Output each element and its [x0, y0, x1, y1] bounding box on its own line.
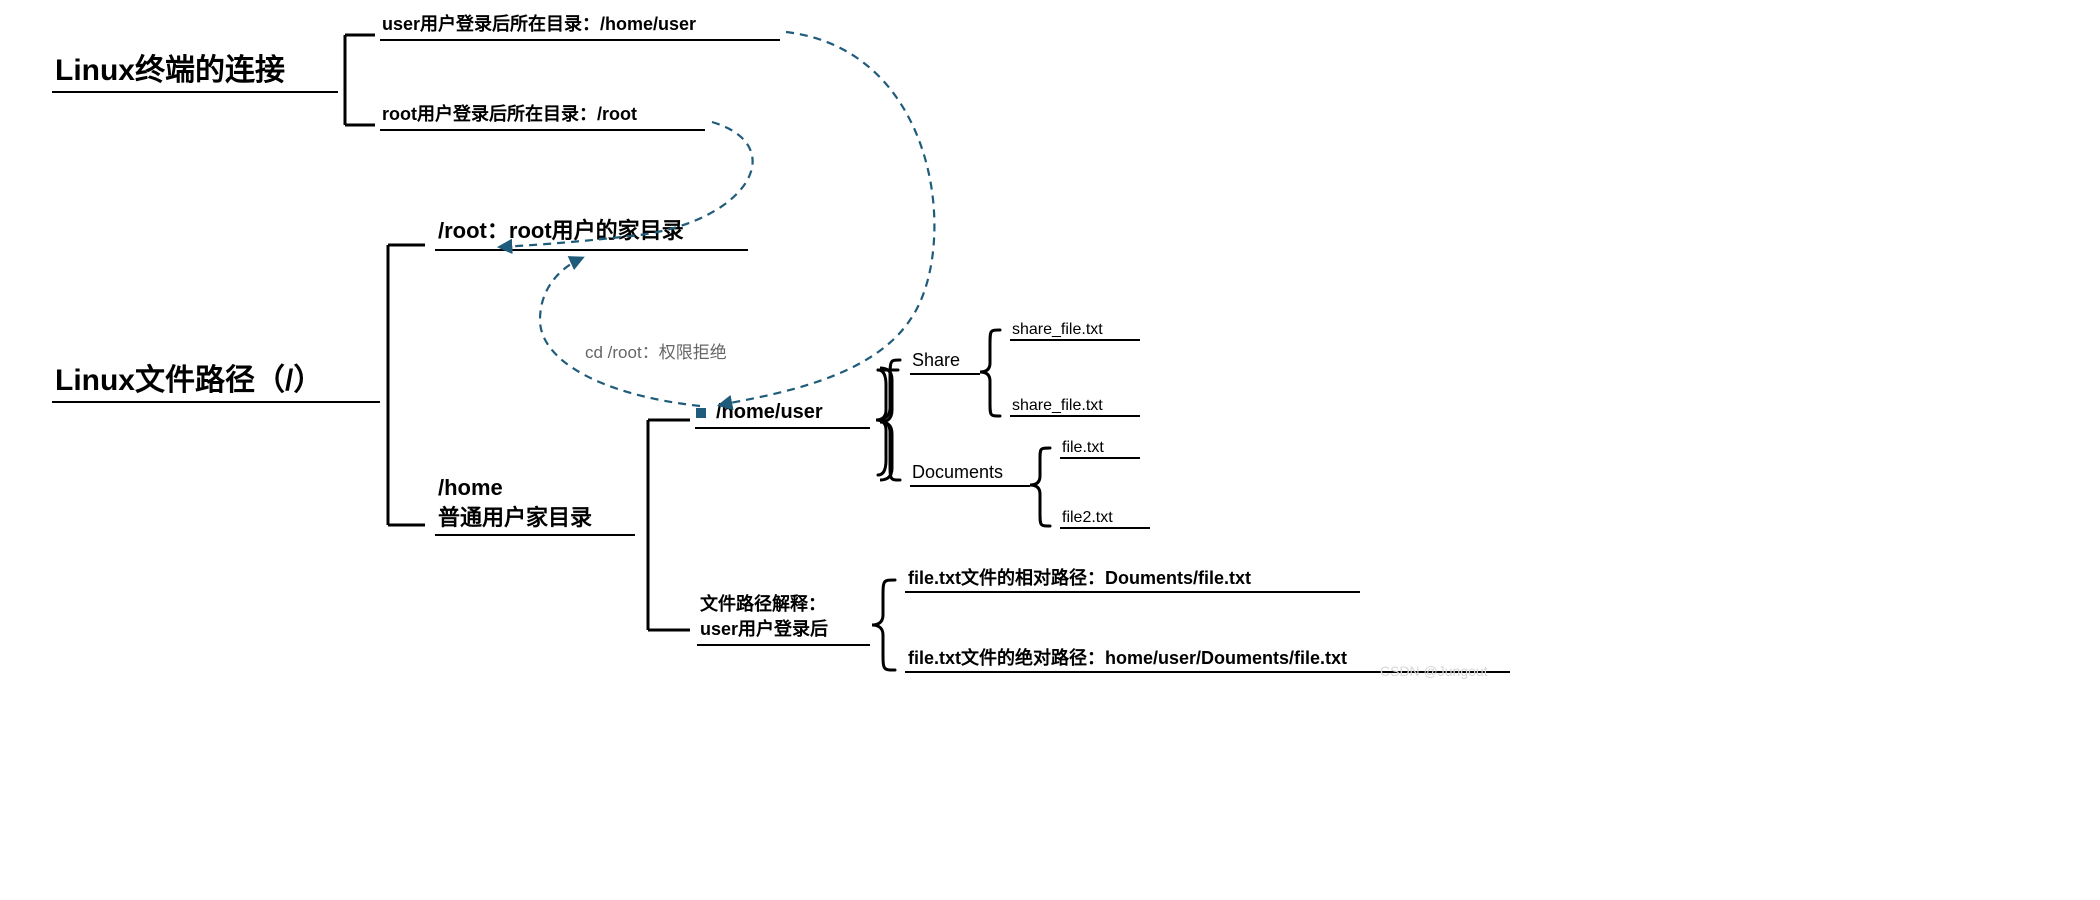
docs-file2: file2.txt — [1062, 509, 1113, 526]
fs-explain1: 文件路径解释： — [700, 593, 826, 614]
docs-file1: file.txt — [1062, 439, 1104, 456]
watermark: CSDN @Jungout — [1380, 663, 1488, 679]
rel-path: file.txt文件的相对路径：Douments/file.txt — [908, 567, 1251, 588]
cd-root-denied: cd /root：权限拒绝 — [585, 343, 727, 362]
conn-user-label: user用户登录后所在目录：/home/user — [382, 13, 696, 34]
share-file1: share_file.txt — [1012, 321, 1103, 338]
fs-root-home: /root：root用户的家目录 — [438, 218, 684, 243]
fs-explain2: user用户登录后 — [700, 618, 828, 639]
home-user-anchor — [696, 408, 706, 418]
share-label: Share — [912, 350, 960, 370]
fs-home-line1: /home — [438, 475, 503, 500]
conn-root-label: root用户登录后所在目录：/root — [382, 103, 637, 124]
abs-path: file.txt文件的绝对路径：home/user/Douments/file.… — [908, 647, 1347, 668]
root-terminal-title: Linux终端的连接 — [55, 54, 285, 87]
diagram-canvas: Linux终端的连接 user用户登录后所在目录：/home/user root… — [0, 0, 1560, 680]
fs-home-line2: 普通用户家目录 — [438, 505, 592, 530]
documents-label: Documents — [912, 462, 1003, 482]
root-filepath-title: Linux文件路径（/） — [55, 363, 323, 397]
share-file2: share_file.txt — [1012, 397, 1103, 414]
fs-home-user: /home/user — [716, 401, 823, 423]
